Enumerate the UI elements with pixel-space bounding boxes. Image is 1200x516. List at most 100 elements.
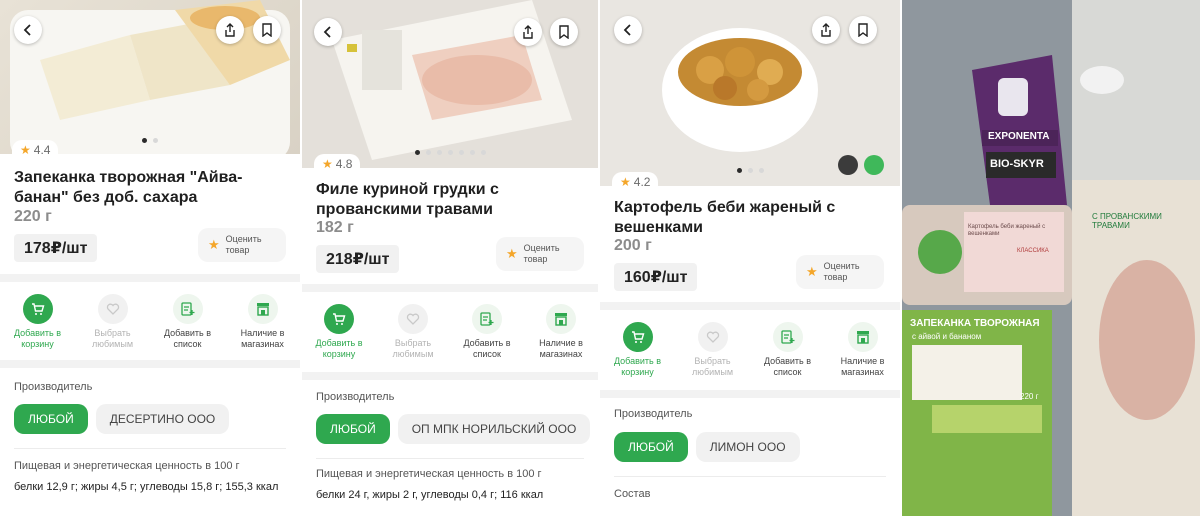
product-weight: 220 г	[14, 208, 52, 225]
bookmark-icon	[262, 23, 272, 37]
chip-producer[interactable]: ЛИМОН ООО	[695, 432, 800, 462]
store-availability-button[interactable]: Наличие в магазинах	[827, 322, 899, 378]
bookmark-button[interactable]	[550, 18, 578, 46]
share-icon	[225, 23, 235, 37]
divider	[302, 284, 598, 292]
product-price: 218₽/шт	[316, 245, 400, 273]
pack-label: С ПРОВАНСКИМИ ТРАВАМИ	[1092, 212, 1162, 230]
action-bar: Добавить в корзину Выбрать любимым Добав…	[302, 304, 598, 360]
action-bar: Добавить в корзину Выбрать любимым Добав…	[0, 294, 300, 350]
back-button[interactable]	[614, 16, 642, 44]
product-card-casserole: ★ 4.4 Запеканка творожная "Айва-банан" бе…	[0, 0, 300, 516]
star-icon: ★	[506, 246, 518, 261]
composition-label: Состав	[614, 488, 651, 500]
rate-product-button[interactable]: ★ Оценить товар	[198, 228, 286, 262]
producer-label: Производитель	[614, 408, 693, 420]
favorite-button[interactable]: Выбрать любимым	[677, 322, 749, 378]
potato-tag: КЛАССИКА	[1017, 248, 1049, 254]
cart-icon	[631, 331, 644, 343]
product-photo: EXPONENTA BIO-SKYR Картофель беби жарены…	[902, 0, 1200, 516]
chip-any[interactable]: ЛЮБОЙ	[316, 414, 390, 444]
divider	[600, 390, 900, 398]
star-icon: ★	[620, 175, 631, 189]
products-on-table-photo	[902, 0, 1200, 516]
rating-badge: ★ 4.2	[612, 172, 659, 192]
add-to-list-button[interactable]: Добавить в список	[752, 322, 824, 378]
back-icon	[623, 24, 631, 36]
nutrition-title: Пищевая и энергетическая ценность в 100 …	[316, 468, 542, 480]
store-icon	[856, 331, 869, 344]
producer-filter: ЛЮБОЙ ОП МПК НОРИЛЬСКИЙ ООО	[316, 414, 598, 444]
product-weight: 182 г	[316, 219, 354, 236]
product-weight: 200 г	[614, 237, 652, 254]
add-to-cart-button[interactable]: Добавить в корзину	[2, 294, 74, 350]
divider	[0, 360, 300, 368]
rating-badge: ★ 4.4	[12, 140, 59, 160]
divider	[614, 476, 886, 477]
nutrition-title: Пищевая и энергетическая ценность в 100 …	[14, 460, 240, 472]
product-card-chicken: ★ 4.8 Филе куриной грудки с прованскими т…	[302, 0, 598, 516]
share-icon	[523, 25, 533, 39]
tray-label: ЗАПЕКАНКА ТВОРОЖНАЯ	[910, 318, 1040, 329]
rating-badge: ★ 4.8	[314, 154, 361, 174]
back-icon	[323, 26, 331, 38]
divider	[600, 302, 900, 310]
product-image[interactable]	[0, 0, 300, 154]
add-to-cart-button[interactable]: Добавить в корзину	[303, 304, 375, 360]
back-button[interactable]	[14, 16, 42, 44]
favorite-button[interactable]: Выбрать любимым	[377, 304, 449, 360]
cart-icon	[31, 303, 44, 315]
bookmark-button[interactable]	[253, 16, 281, 44]
product-price: 178₽/шт	[14, 234, 98, 262]
nutrition-values: белки 24 г, жиры 2 г, углеводы 0,4 г; 11…	[316, 489, 544, 501]
store-availability-button[interactable]: Наличие в магазинах	[227, 294, 299, 350]
back-button[interactable]	[314, 18, 342, 46]
potato-label: Картофель беби жареный с вешенками	[968, 224, 1046, 237]
star-icon: ★	[20, 143, 31, 157]
divider	[0, 274, 300, 282]
star-icon: ★	[806, 264, 818, 279]
cart-icon	[333, 313, 346, 325]
divider	[14, 448, 286, 449]
store-availability-button[interactable]: Наличие в магазинах	[525, 304, 597, 360]
carton-product: BIO-SKYR	[990, 158, 1044, 170]
share-icon	[821, 23, 831, 37]
bookmark-button[interactable]	[849, 16, 877, 44]
rate-product-button[interactable]: ★ Оценить товар	[496, 237, 584, 271]
list-add-icon	[180, 302, 194, 316]
share-button[interactable]	[812, 16, 840, 44]
divider	[316, 458, 584, 459]
chip-producer[interactable]: ДЕСЕРТИНО ООО	[95, 404, 230, 434]
producer-label: Производитель	[14, 381, 93, 393]
add-to-list-button[interactable]: Добавить в список	[152, 294, 224, 350]
rate-product-button[interactable]: ★ Оценить товар	[796, 255, 884, 289]
share-button[interactable]	[514, 18, 542, 46]
producer-label: Производитель	[316, 391, 395, 403]
star-icon: ★	[322, 157, 333, 171]
share-button[interactable]	[216, 16, 244, 44]
bookmark-icon	[559, 25, 569, 39]
carton-brand: EXPONENTA	[988, 131, 1050, 142]
product-image[interactable]	[600, 0, 900, 186]
nutrition-values: белки 12,9 г; жиры 4,5 г; углеводы 15,8 …	[14, 481, 279, 493]
store-icon	[555, 313, 567, 326]
favorite-button[interactable]: Выбрать любимым	[77, 294, 149, 350]
chip-producer[interactable]: ОП МПК НОРИЛЬСКИЙ ООО	[397, 414, 591, 444]
chip-any[interactable]: ЛЮБОЙ	[14, 404, 88, 434]
add-to-list-button[interactable]: Добавить в список	[451, 304, 523, 360]
product-title: Запеканка творожная "Айва-банан" без доб…	[14, 169, 243, 206]
list-add-icon	[780, 330, 794, 344]
heart-icon	[106, 303, 119, 315]
add-to-cart-button[interactable]: Добавить в корзину	[602, 322, 674, 378]
product-title: Картофель беби жареный с вешенками	[614, 199, 836, 236]
heart-icon	[406, 313, 420, 325]
product-title: Филе куриной грудки с прованскими травам…	[316, 181, 499, 218]
action-bar: Добавить в корзину Выбрать любимым Добав…	[600, 322, 900, 378]
store-icon	[256, 303, 269, 316]
star-icon: ★	[208, 237, 220, 252]
chip-any[interactable]: ЛЮБОЙ	[614, 432, 688, 462]
product-image[interactable]	[302, 0, 598, 168]
divider	[302, 372, 598, 380]
back-icon	[23, 24, 31, 36]
tray-weight: 220 г	[1020, 392, 1039, 401]
